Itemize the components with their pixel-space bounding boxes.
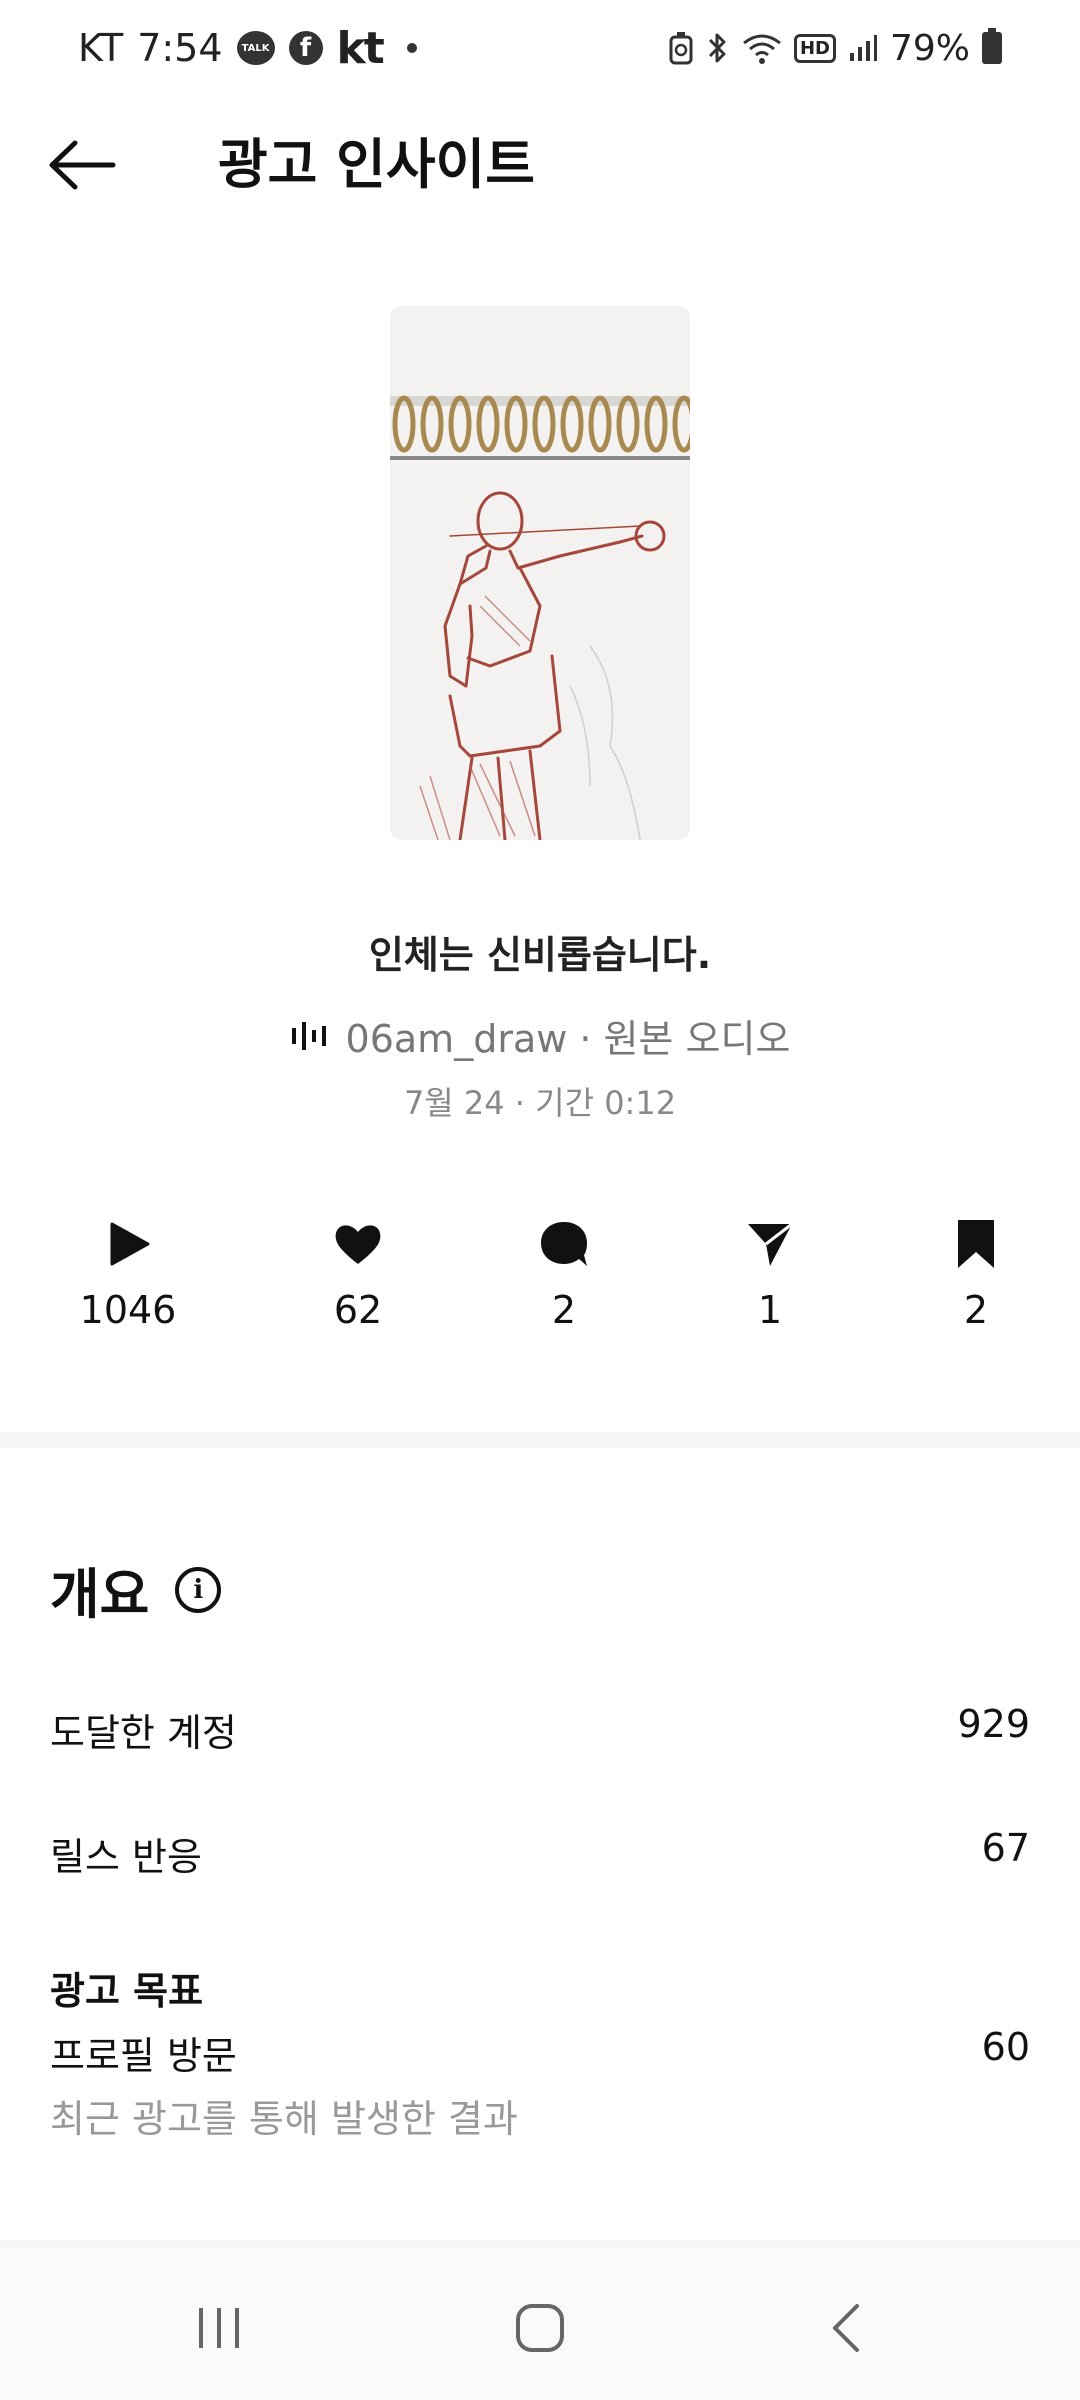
- shares-count: 1: [757, 1288, 783, 1332]
- heart-icon: [335, 1225, 381, 1264]
- accounts-reached-row[interactable]: 도달한 계정 929: [50, 1702, 1030, 1757]
- reel-interactions-value: 67: [981, 1826, 1030, 1870]
- ad-goal-title: 광고 목표: [50, 1969, 204, 2013]
- battery-percent: 79%: [889, 27, 970, 69]
- engagement-stats: 1046 62 2 1 2: [0, 1218, 1080, 1348]
- recent-apps-button[interactable]: [160, 2288, 280, 2368]
- info-icon[interactable]: i: [175, 1566, 222, 1613]
- share-icon: [748, 1222, 793, 1266]
- alarm-icon: [668, 31, 694, 65]
- chevron-left-icon: [833, 2304, 859, 2352]
- kakaotalk-icon: TALK: [236, 31, 275, 65]
- bluetooth-icon: [706, 31, 730, 65]
- bottom-divider: [0, 2240, 1080, 2248]
- recent-apps-icon: [199, 2308, 239, 2348]
- profile-visits-row: 프로필 방문 60: [50, 2025, 1030, 2080]
- ad-goal-subtitle: 최근 광고를 통해 발생한 결과: [50, 2097, 518, 2141]
- reel-interactions-label: 릴스 반응: [50, 1835, 202, 1879]
- overview-title: 개요: [50, 1563, 150, 1626]
- reel-thumbnail[interactable]: [390, 306, 690, 840]
- hd-voice-icon: HD: [793, 33, 836, 63]
- audio-waveform-icon: [291, 1021, 326, 1050]
- reel-meta: 7월 24 · 기간 0:12: [403, 1084, 677, 1122]
- status-bar-right: HD 79%: [668, 24, 1002, 72]
- clock: 7:54: [137, 26, 223, 70]
- home-button[interactable]: [480, 2288, 600, 2368]
- profile-visits-label: 프로필 방문: [50, 2034, 237, 2078]
- profile-visits-value: 60: [981, 2025, 1030, 2069]
- reel-interactions-row[interactable]: 릴스 반응 67: [50, 1826, 1030, 1881]
- signal-icon: [848, 33, 878, 63]
- wifi-icon: [742, 31, 782, 65]
- stat-saves: 2: [896, 1218, 1056, 1332]
- stat-comments: 2: [484, 1218, 644, 1332]
- plays-count: 1046: [79, 1288, 177, 1332]
- audio-label: 06am_draw · 원본 오디오: [345, 1017, 791, 1061]
- facebook-icon: f: [288, 31, 323, 65]
- home-icon: [516, 2304, 564, 2352]
- status-bar-left: KT 7:54 TALK f kt: [78, 22, 417, 74]
- audio-row[interactable]: 06am_draw · 원본 오디오: [0, 1008, 1080, 1063]
- kt-logo-icon: kt: [336, 22, 385, 74]
- stat-shares: 1: [690, 1218, 850, 1332]
- notification-dot-icon: [406, 43, 417, 53]
- reel-caption: 인체는 신비롭습니다.: [368, 933, 712, 977]
- stat-plays: 1046: [48, 1218, 208, 1332]
- carrier-label: KT: [78, 26, 124, 70]
- bookmark-icon: [958, 1220, 994, 1268]
- page-title: 광고 인사이트: [218, 133, 535, 196]
- battery-icon: [982, 28, 1002, 64]
- app-header: 광고 인사이트: [0, 110, 1080, 220]
- saves-count: 2: [963, 1288, 989, 1332]
- system-navigation-bar: [0, 2248, 1080, 2400]
- play-icon: [110, 1222, 150, 1266]
- section-divider: [0, 1432, 1080, 1448]
- status-bar: KT 7:54 TALK f kt HD 79%: [0, 0, 1080, 96]
- back-arrow-icon: [49, 140, 116, 190]
- comment-bubble-icon: [541, 1222, 587, 1266]
- stat-likes: 62: [278, 1218, 438, 1332]
- likes-count: 62: [333, 1288, 383, 1332]
- back-button[interactable]: [44, 130, 120, 200]
- sketch-image: [390, 306, 690, 840]
- ad-goal-block[interactable]: 광고 목표 프로필 방문 60 최근 광고를 통해 발생한 결과: [50, 1960, 1030, 2143]
- accounts-reached-value: 929: [957, 1702, 1030, 1746]
- system-back-button[interactable]: [786, 2288, 906, 2368]
- overview-header: 개요 i: [50, 1550, 222, 1629]
- comments-count: 2: [551, 1288, 577, 1332]
- accounts-reached-label: 도달한 계정: [50, 1711, 237, 1755]
